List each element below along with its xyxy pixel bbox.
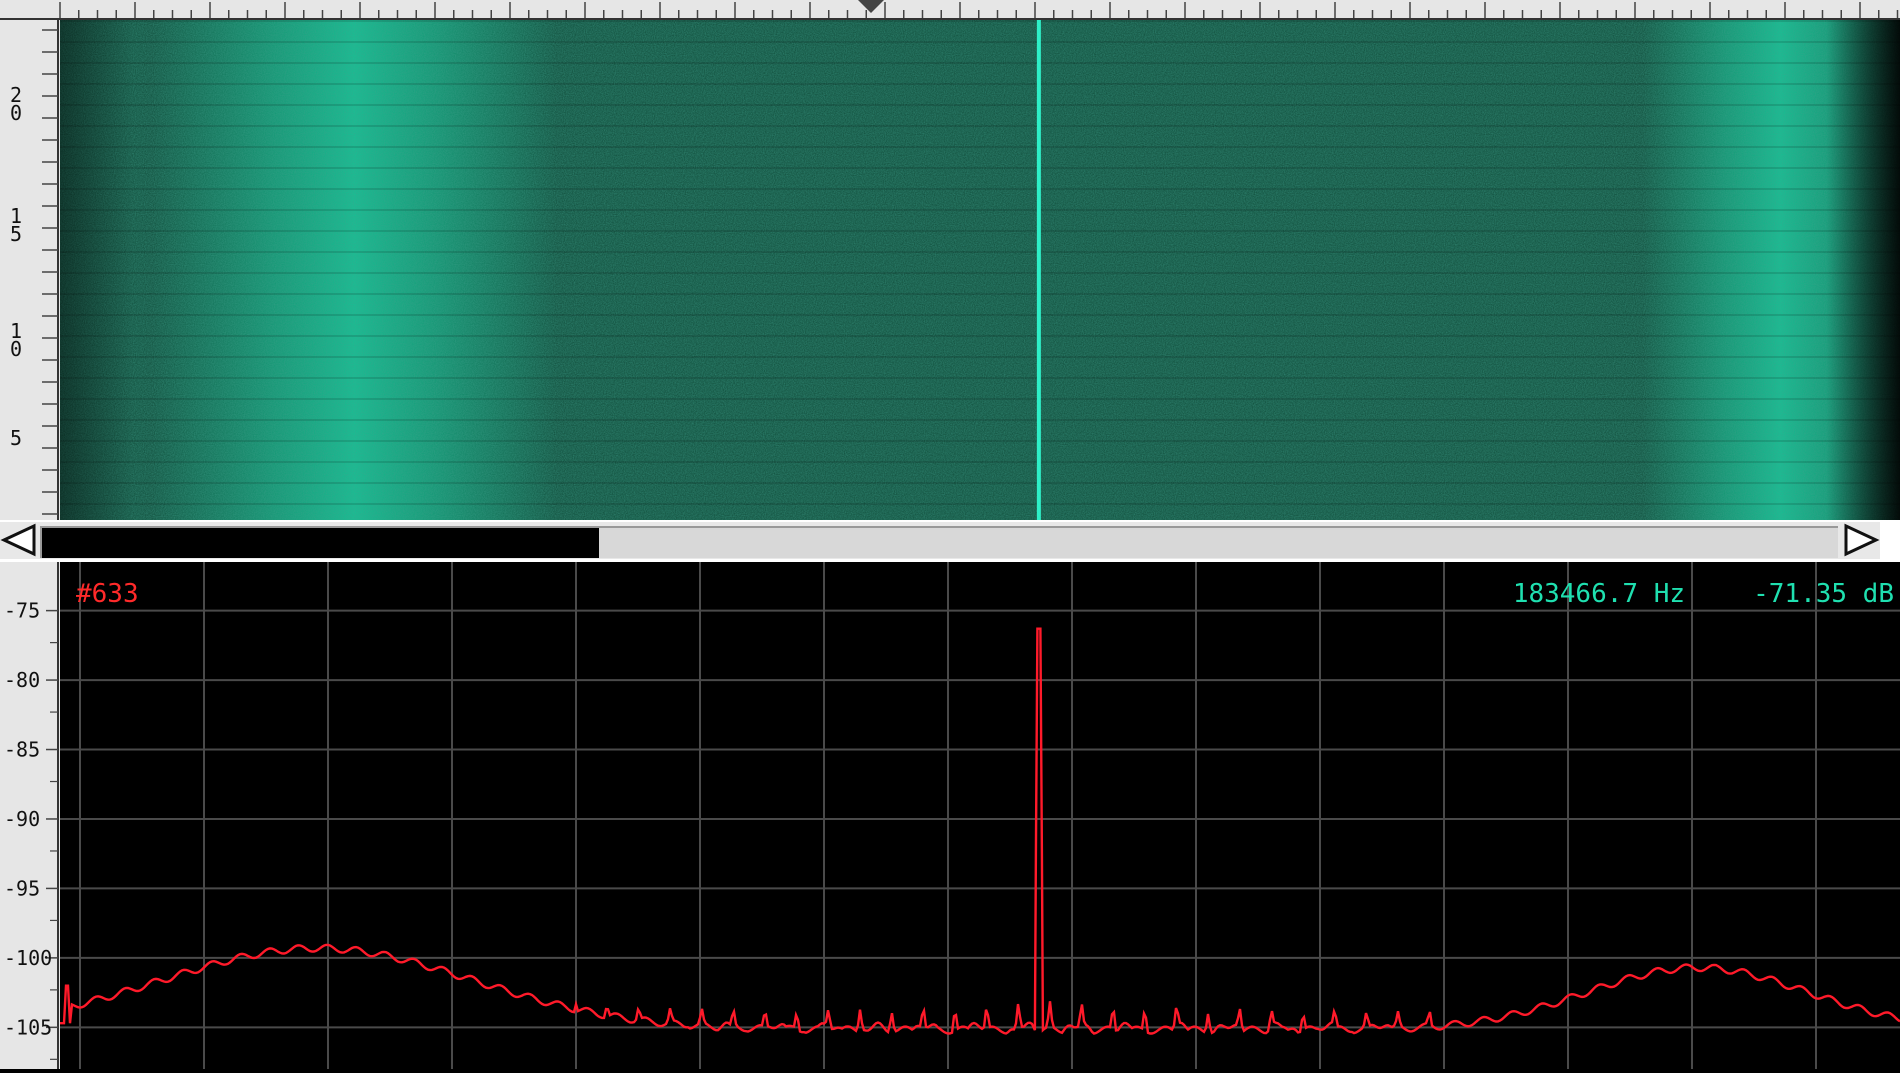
waterfall-edge-fade bbox=[60, 20, 1900, 520]
waterfall-time-label: 5 bbox=[10, 426, 22, 450]
level-label: -100 bbox=[4, 946, 52, 970]
spectrum-canvas: #633 183466.7 Hz -71.35 dB bbox=[60, 562, 1900, 1069]
horizontal-scrollbar[interactable] bbox=[0, 520, 1900, 562]
scrollbar-end-cap bbox=[1880, 522, 1900, 559]
waterfall-time-label: 0 bbox=[10, 337, 22, 361]
scroll-thumb[interactable] bbox=[42, 528, 599, 558]
level-ruler: -75 -80 -85 -90 -95 -100 -105 bbox=[0, 562, 60, 1069]
spectrum-grid bbox=[60, 562, 1900, 1069]
waterfall-time-label: 0 bbox=[10, 101, 22, 125]
level-label: -80 bbox=[4, 668, 40, 692]
frequency-ruler bbox=[0, 0, 1900, 20]
triangle-down-icon[interactable] bbox=[856, 0, 886, 14]
waterfall-time-label: 5 bbox=[10, 222, 22, 246]
level-ruler-axis: -75 -80 -85 -90 -95 -100 -105 bbox=[4, 562, 59, 1069]
level-label: -95 bbox=[4, 876, 40, 900]
level-label: -75 bbox=[4, 599, 40, 623]
level-label: -85 bbox=[4, 738, 40, 762]
scroll-track[interactable] bbox=[40, 526, 1838, 558]
level-label: -105 bbox=[4, 1015, 52, 1039]
frequency-readout: 183466.7 Hz bbox=[1513, 579, 1685, 609]
marker-label: #633 bbox=[76, 579, 139, 609]
level-label: -90 bbox=[4, 807, 40, 831]
waterfall-time-ruler: 2015105 bbox=[0, 20, 60, 520]
level-readout: -71.35 dB bbox=[1753, 579, 1894, 609]
waterfall-canvas bbox=[60, 20, 1900, 520]
waterfall-display[interactable] bbox=[60, 20, 1900, 520]
right-arrow-icon[interactable] bbox=[1842, 522, 1880, 559]
waterfall-time-ruler-ticks: 2015105 bbox=[10, 20, 59, 520]
spectrum-plot[interactable]: #633 183466.7 Hz -71.35 dB bbox=[60, 562, 1900, 1069]
left-arrow-icon[interactable] bbox=[0, 522, 38, 559]
spectrum-trace bbox=[60, 627, 1900, 1035]
frequency-ruler-ticks bbox=[0, 0, 1900, 20]
